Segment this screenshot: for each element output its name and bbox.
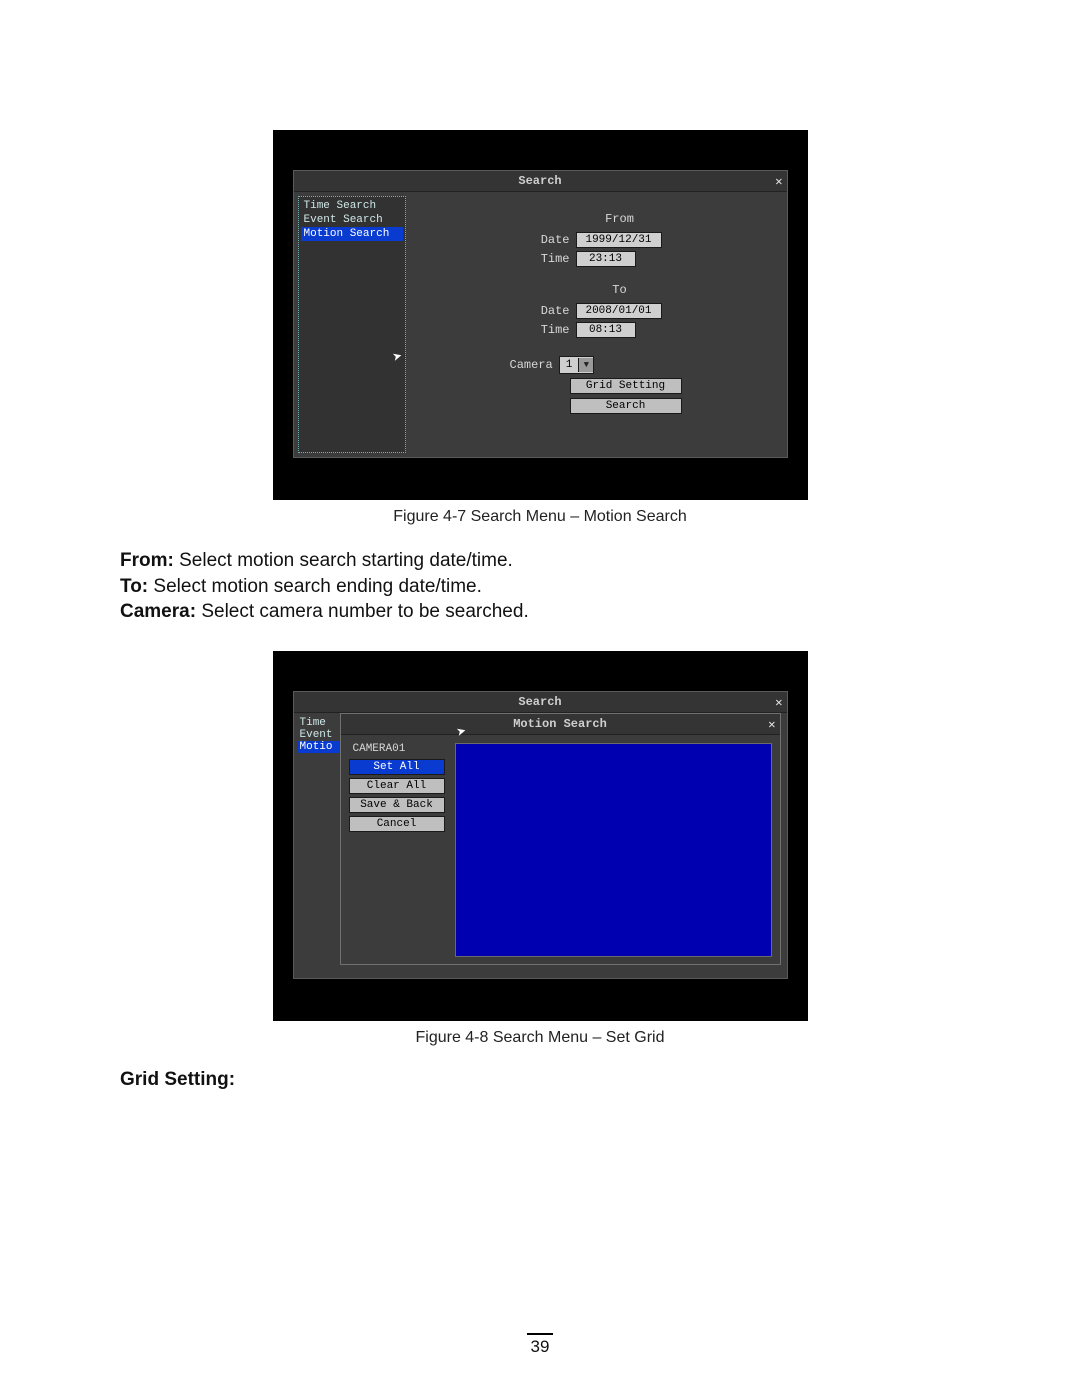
sidebar-item-motion-search[interactable]: Motion Search (301, 227, 403, 241)
page-number: 39 (531, 1337, 550, 1356)
close-icon[interactable]: ✕ (775, 693, 782, 713)
set-all-button[interactable]: Set All (349, 759, 445, 775)
sidebar-item-motion[interactable]: Motio (298, 741, 346, 753)
camera-label: Camera (510, 358, 553, 372)
page-number-rule (527, 1333, 553, 1335)
sidebar-item-event-search[interactable]: Event Search (301, 213, 403, 227)
to-date-label: Date (520, 304, 570, 318)
motion-grid-area[interactable] (455, 743, 772, 957)
from-time-label: Time (520, 252, 570, 266)
to-term: To: (120, 576, 148, 597)
from-section-label: From (560, 212, 680, 226)
cursor-icon: ➤ (390, 346, 404, 368)
modal-titlebar: Motion Search ✕ (341, 714, 780, 735)
sidebar-item-event[interactable]: Event (298, 729, 346, 741)
sidebar-item-time-search[interactable]: Time Search (301, 199, 403, 213)
to-desc: Select motion search ending date/time. (148, 576, 482, 597)
motion-search-modal: Motion Search ✕ CAMERA01 Set All Clear A… (340, 713, 781, 965)
search-side-menu-clipped: Time Event Motio (298, 717, 346, 753)
window-titlebar: Search ✕ (294, 171, 787, 192)
to-time-field[interactable]: 08:13 (576, 322, 636, 338)
motion-search-form: From Date 1999/12/31 Time 23:13 To Date … (410, 192, 787, 457)
window-title-2: Search (518, 695, 561, 709)
window-titlebar-2: Search ✕ (294, 692, 787, 713)
field-explanations: From: Select motion search starting date… (120, 548, 960, 625)
camera-name-label: CAMERA01 (353, 743, 445, 755)
figure-1-screenshot: Search ✕ Time Search Event Search Motion… (273, 130, 808, 500)
camera-select[interactable]: 1 ▼ (559, 356, 595, 374)
camera-value: 1 (560, 359, 579, 371)
to-time-label: Time (520, 323, 570, 337)
document-page: Search ✕ Time Search Event Search Motion… (0, 0, 1080, 1397)
clear-all-button[interactable]: Clear All (349, 778, 445, 794)
modal-title: Motion Search (513, 717, 607, 731)
from-date-label: Date (520, 233, 570, 247)
grid-setting-heading: Grid Setting: (120, 1069, 960, 1091)
page-footer: 39 (0, 1333, 1080, 1357)
from-term: From: (120, 550, 174, 571)
window-title: Search (518, 174, 561, 188)
grid-setting-button[interactable]: Grid Setting (570, 378, 682, 394)
cancel-button[interactable]: Cancel (349, 816, 445, 832)
search-window-2: Search ✕ Time Event Motio Motion Search … (293, 691, 788, 979)
chevron-down-icon: ▼ (578, 358, 593, 372)
to-date-field[interactable]: 2008/01/01 (576, 303, 662, 319)
grid-controls: CAMERA01 Set All Clear All Save & Back C… (349, 743, 445, 957)
figure-1-caption: Figure 4-7 Search Menu – Motion Search (120, 508, 960, 526)
sidebar-item-time[interactable]: Time (298, 717, 346, 729)
close-icon[interactable]: ✕ (775, 172, 782, 192)
to-section-label: To (560, 283, 680, 297)
figure-2-screenshot: Search ✕ Time Event Motio Motion Search … (273, 651, 808, 1021)
camera-term: Camera: (120, 601, 196, 622)
from-time-field[interactable]: 23:13 (576, 251, 636, 267)
search-window: Search ✕ Time Search Event Search Motion… (293, 170, 788, 458)
search-button[interactable]: Search (570, 398, 682, 414)
camera-desc: Select camera number to be searched. (196, 601, 529, 622)
from-date-field[interactable]: 1999/12/31 (576, 232, 662, 248)
search-side-menu: Time Search Event Search Motion Search ➤ (298, 196, 406, 453)
figure-2-caption: Figure 4-8 Search Menu – Set Grid (120, 1029, 960, 1047)
close-icon[interactable]: ✕ (768, 715, 775, 735)
from-desc: Select motion search starting date/time. (174, 550, 513, 571)
save-back-button[interactable]: Save & Back (349, 797, 445, 813)
